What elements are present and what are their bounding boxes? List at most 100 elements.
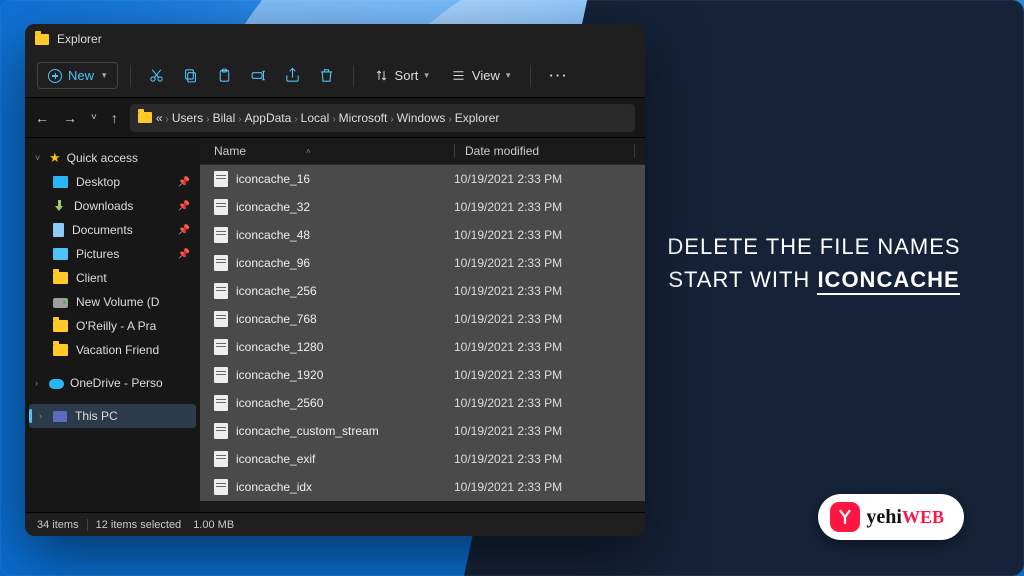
file-row[interactable]: iconcache_idx 10/19/2021 2:33 PM [200,473,645,501]
file-row[interactable]: iconcache_16 10/19/2021 2:33 PM [200,165,645,193]
folder-icon [35,34,49,45]
sort-icon [374,68,389,83]
rename-button[interactable] [245,62,273,90]
sidebar-quick-access[interactable]: ˅ ★ Quick access [25,146,200,170]
column-name[interactable]: Name ˄ [214,144,454,158]
file-date: 10/19/2021 2:33 PM [454,228,562,242]
sidebar-item[interactable]: Downloads 📌 [25,194,200,218]
sidebar-item-label: Downloads [74,199,133,213]
sort-button[interactable]: Sort ▾ [366,63,437,88]
chevron-right-icon: › [238,114,241,125]
file-icon [214,479,228,495]
sidebar-onedrive[interactable]: › OneDrive - Perso [25,372,200,394]
more-button[interactable]: ··· [543,68,574,83]
file-date: 10/19/2021 2:33 PM [454,312,562,326]
nav-forward-button[interactable]: → [63,110,77,126]
copy-button[interactable] [177,62,205,90]
file-name: iconcache_custom_stream [236,424,454,438]
file-row[interactable]: iconcache_2560 10/19/2021 2:33 PM [200,389,645,417]
column-date[interactable]: Date modified [465,144,634,158]
file-icon [214,311,228,327]
breadcrumb-segment[interactable]: « [156,111,163,125]
chevron-right-icon: › [35,378,43,388]
drv-icon [53,298,68,308]
sidebar-item[interactable]: Vacation Friend [25,338,200,362]
file-row[interactable]: iconcache_768 10/19/2021 2:33 PM [200,305,645,333]
sidebar-item[interactable]: Client [25,266,200,290]
file-row[interactable]: iconcache_256 10/19/2021 2:33 PM [200,277,645,305]
sidebar-item-label: Documents [72,223,133,237]
cut-button[interactable] [143,62,171,90]
sidebar-item[interactable]: Pictures 📌 [25,242,200,266]
address-bar-row: ← → ˅ ↑ «›Users›Bilal›AppData›Local›Micr… [25,98,645,138]
paste-button[interactable] [211,62,239,90]
file-name: iconcache_96 [236,256,454,270]
breadcrumb-segment[interactable]: Explorer [455,111,500,125]
titlebar[interactable]: Explorer [25,24,645,54]
breadcrumb-segment[interactable]: Bilal [213,111,236,125]
file-date: 10/19/2021 2:33 PM [454,480,562,494]
delete-button[interactable] [313,62,341,90]
new-button[interactable]: New ▾ [37,62,118,89]
brand-name-2: WEB [902,507,944,528]
sidebar-item-label: Client [76,271,107,285]
sidebar-item[interactable]: Desktop 📌 [25,170,200,194]
sidebar-item[interactable]: Documents 📌 [25,218,200,242]
chevron-right-icon: › [39,411,42,421]
file-row[interactable]: iconcache_custom_stream 10/19/2021 2:33 … [200,417,645,445]
nav-recent-button[interactable]: ˅ [91,112,97,123]
address-bar[interactable]: «›Users›Bilal›AppData›Local›Microsoft›Wi… [130,104,635,132]
cloud-icon [49,379,64,389]
pc-icon [53,411,67,422]
sidebar-this-pc[interactable]: › This PC [29,404,196,428]
file-name: iconcache_exif [236,452,454,466]
file-icon [214,423,228,439]
file-icon [214,283,228,299]
file-name: iconcache_768 [236,312,454,326]
brand-logo: yehi WEB [818,494,964,540]
chevron-right-icon: › [448,114,451,125]
view-icon [451,68,466,83]
fold-icon [53,272,68,284]
nav-back-button[interactable]: ← [35,110,49,126]
file-row[interactable]: iconcache_1920 10/19/2021 2:33 PM [200,361,645,389]
file-name: iconcache_1280 [236,340,454,354]
file-date: 10/19/2021 2:33 PM [454,396,562,410]
file-icon [214,367,228,383]
fold-icon [53,344,68,356]
file-list: iconcache_16 10/19/2021 2:33 PM iconcach… [200,165,645,512]
breadcrumb-segment[interactable]: Users [172,111,203,125]
fold-icon [53,320,68,332]
file-explorer-window: Explorer New ▾ Sort ▾ View ▾ ··· ← [25,24,645,536]
file-row[interactable]: iconcache_96 10/19/2021 2:33 PM [200,249,645,277]
breadcrumb-segment[interactable]: Microsoft [339,111,388,125]
file-row[interactable]: iconcache_1280 10/19/2021 2:33 PM [200,333,645,361]
breadcrumb-segment[interactable]: AppData [245,111,292,125]
sidebar-item[interactable]: New Volume (D [25,290,200,314]
nav-up-button[interactable]: ↑ [111,110,118,126]
sidebar-item-label: O'Reilly - A Pra [76,319,156,333]
share-button[interactable] [279,62,307,90]
file-date: 10/19/2021 2:33 PM [454,200,562,214]
breadcrumb-segment[interactable]: Local [301,111,330,125]
view-button[interactable]: View ▾ [443,63,518,88]
sidebar-item-label: New Volume (D [76,295,159,309]
status-bar: 34 items 12 items selected 1.00 MB [25,512,645,536]
file-icon [214,339,228,355]
file-row[interactable]: iconcache_48 10/19/2021 2:33 PM [200,221,645,249]
sidebar-item[interactable]: O'Reilly - A Pra [25,314,200,338]
sidebar-item-label: Desktop [76,175,120,189]
file-date: 10/19/2021 2:33 PM [454,452,562,466]
navigation-pane: ˅ ★ Quick access Desktop 📌 Downloads 📌 D… [25,138,200,512]
window-title: Explorer [57,32,102,46]
status-selection: 12 items selected [96,519,182,531]
breadcrumb-segment[interactable]: Windows [397,111,446,125]
file-icon [214,255,228,271]
overlay-line1: DELETE THE FILE NAMES [654,230,974,263]
brand-name-1: yehi [866,506,902,529]
file-row[interactable]: iconcache_32 10/19/2021 2:33 PM [200,193,645,221]
file-row[interactable]: iconcache_exif 10/19/2021 2:33 PM [200,445,645,473]
file-icon [214,451,228,467]
file-name: iconcache_16 [236,172,454,186]
file-name: iconcache_48 [236,228,454,242]
